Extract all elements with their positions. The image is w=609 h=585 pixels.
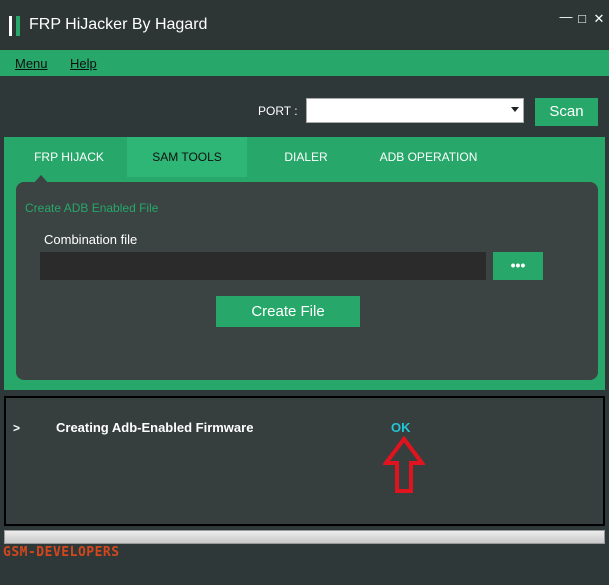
- arrow-up-icon: [383, 436, 425, 493]
- minimize-icon[interactable]: —: [559, 10, 573, 24]
- dropdown-arrow-icon[interactable]: [511, 107, 519, 112]
- port-label: PORT :: [258, 104, 298, 118]
- log-prompt: >: [13, 421, 21, 435]
- tab-adb-operation[interactable]: ADB OPERATION: [366, 137, 491, 177]
- window-title: FRP HiJacker By Hagard: [29, 16, 208, 33]
- menu-item-help[interactable]: Help: [70, 56, 97, 71]
- create-file-button[interactable]: Create File: [216, 296, 360, 327]
- tab-sam-tools[interactable]: SAM TOOLS: [127, 137, 247, 177]
- combination-file-label: Combination file: [44, 232, 138, 247]
- create-adb-panel: Create ADB Enabled File Combination file…: [16, 182, 598, 380]
- menu-item-menu[interactable]: Menu: [15, 56, 48, 71]
- scan-button[interactable]: Scan: [535, 98, 598, 126]
- app-logo-icon: [9, 16, 21, 36]
- browse-button[interactable]: •••: [493, 252, 543, 280]
- maximize-icon[interactable]: □: [575, 12, 589, 26]
- log-output: > Creating Adb-Enabled Firmware OK: [4, 396, 605, 526]
- tab-panel: FRP HIJACK SAM TOOLS DIALER ADB OPERATIO…: [4, 137, 605, 390]
- watermark-text: GSM-DEVELOPERS: [3, 545, 120, 560]
- title-bar: FRP HiJacker By Hagard — □ ✕: [0, 0, 609, 50]
- tab-dialer[interactable]: DIALER: [266, 137, 346, 177]
- combination-file-input[interactable]: [40, 252, 486, 280]
- menu-bar: Menu Help: [0, 50, 609, 76]
- port-select[interactable]: [306, 98, 524, 123]
- close-icon[interactable]: ✕: [592, 12, 606, 26]
- tab-frp-hijack[interactable]: FRP HIJACK: [14, 137, 124, 177]
- progress-bar: [4, 530, 605, 544]
- log-status: OK: [391, 420, 411, 435]
- log-message: Creating Adb-Enabled Firmware: [56, 420, 254, 435]
- section-title: Create ADB Enabled File: [25, 201, 159, 215]
